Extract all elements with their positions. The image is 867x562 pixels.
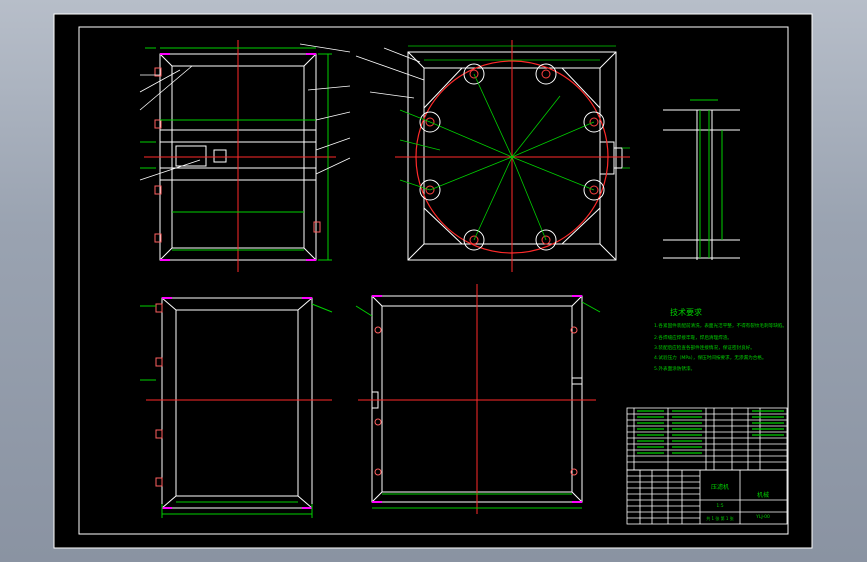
tech-req-item-1: 1.各紧固件装配前清洗，表面光洁平整，不得有裂纹毛刺等缺陷。 (654, 322, 787, 329)
title-block-drawing-no: YLJ-00 (755, 514, 770, 520)
drawing-sheet (53, 13, 813, 549)
title-block-sheet: 共 1 张 第 1 张 (706, 515, 733, 521)
title-block-company: 机械 (757, 491, 769, 499)
cad-drawing[interactable]: 技术要求 1.各紧固件装配前清洗，表面光洁平整，不得有裂纹毛刺等缺陷。 2.各焊… (0, 0, 867, 562)
tech-req-item-4: 4.试验压力（MPa），保压时间按要求，无渗漏为合格。 (654, 354, 767, 361)
tech-req-item-3: 3.装配后应检查各部件连接情况，保证密封良好。 (654, 344, 755, 351)
title-block-scale: 1:5 (716, 503, 723, 509)
title-block-drawing-name: 压滤机 (711, 483, 729, 491)
tech-req-item-5: 5.外表面涂防锈漆。 (654, 365, 695, 372)
tech-req-item-2: 2.各焊缝应焊接牢靠，焊后清理焊渣。 (654, 334, 732, 341)
tech-req-title: 技术要求 (670, 307, 702, 317)
